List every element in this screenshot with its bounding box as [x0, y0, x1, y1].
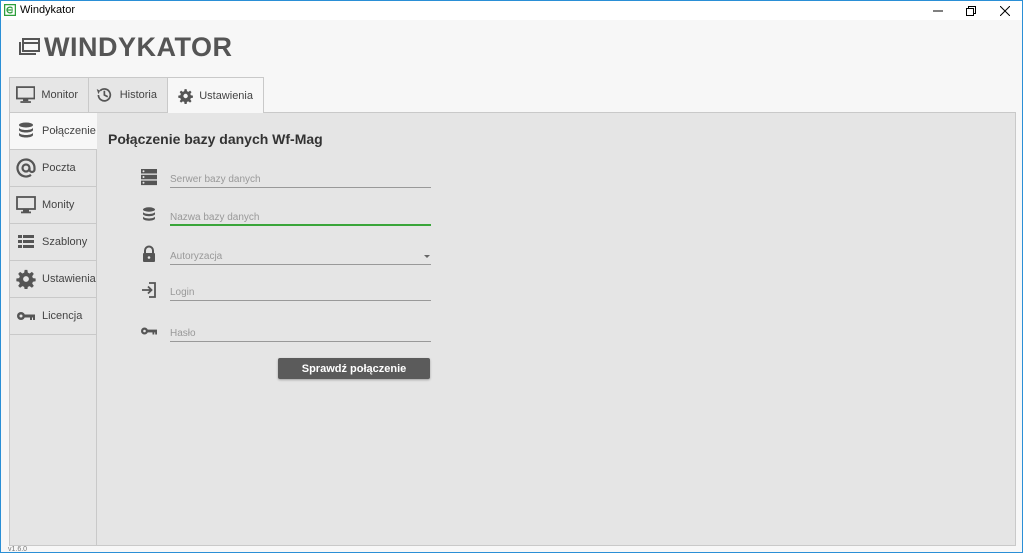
tab-ustawienia[interactable]: Ustawienia — [167, 77, 264, 113]
app-logo-icon — [4, 4, 16, 16]
logo-text: WINDYKATOR — [44, 31, 233, 62]
tab-historia[interactable]: Historia — [88, 77, 168, 112]
version-label: v1.6.0 — [8, 546, 28, 553]
database-field-row — [140, 206, 440, 230]
tab-monitor[interactable]: Monitor — [9, 77, 89, 112]
sidebar-item-label: Poczta — [42, 162, 76, 174]
key-icon — [141, 327, 157, 335]
at-icon — [16, 158, 36, 178]
db-connection-form: Połączenie bazy danych Wf-Mag Serwer baz… — [108, 131, 431, 379]
form-title: Połączenie bazy danych Wf-Mag — [108, 131, 323, 147]
database-icon — [19, 122, 33, 138]
sidebar-item-polaczenie[interactable]: Połączenie — [10, 113, 97, 150]
chevron-down-icon[interactable] — [424, 255, 430, 258]
sidebar-item-label: Licencja — [42, 310, 83, 322]
password-field-row — [140, 322, 440, 346]
auth-select[interactable] — [170, 249, 431, 265]
windows-stack-icon — [19, 38, 40, 55]
tab-label: Ustawienia — [199, 89, 253, 102]
close-button[interactable] — [987, 1, 1023, 20]
login-input[interactable] — [170, 285, 431, 301]
history-icon — [96, 88, 112, 102]
monitor-icon — [16, 196, 36, 214]
sidebar-item-label: Połączenie — [42, 125, 96, 137]
minimize-icon — [933, 10, 943, 11]
close-icon — [1000, 5, 1010, 16]
gear-icon — [16, 269, 36, 289]
tab-label: Monitor — [41, 89, 78, 101]
lock-icon — [143, 245, 155, 262]
minimize-button[interactable] — [920, 1, 956, 20]
check-connection-button[interactable]: Sprawdź połączenie — [278, 358, 430, 379]
settings-panel: Połączenie Poczta Monity Szablony Ustawi… — [9, 112, 1016, 546]
sidebar-item-ustawienia[interactable]: Ustawienia — [10, 261, 96, 298]
tab-label: Historia — [119, 89, 157, 101]
database-name-input[interactable] — [170, 210, 431, 226]
key-icon — [17, 312, 35, 320]
server-input[interactable] — [170, 172, 431, 188]
gear-icon — [178, 88, 193, 104]
sidebar-item-licencja[interactable]: Licencja — [10, 298, 96, 335]
main-tabs: Monitor Historia Ustawienia — [9, 77, 264, 113]
auth-field-row — [140, 245, 440, 269]
list-icon — [18, 235, 34, 248]
login-field-row — [140, 281, 440, 305]
database-icon — [143, 207, 155, 221]
sidebar-item-label: Szablony — [42, 236, 88, 248]
sidebar-item-poczta[interactable]: Poczta — [10, 150, 96, 187]
restore-button[interactable] — [953, 1, 989, 20]
server-icon — [141, 169, 157, 186]
monitor-icon — [16, 86, 36, 103]
sidebar-item-szablony[interactable]: Szablony — [10, 224, 96, 261]
password-input[interactable] — [170, 326, 431, 342]
sidebar-item-monity[interactable]: Monity — [10, 187, 96, 224]
sidebar-item-label: Ustawienia — [42, 273, 96, 285]
title-bar[interactable]: Windykator — [1, 1, 1022, 20]
sidebar-item-label: Monity — [42, 199, 75, 211]
restore-icon — [966, 5, 976, 16]
app-logo: WINDYKATOR — [17, 31, 233, 63]
settings-sidebar: Połączenie Poczta Monity Szablony Ustawi… — [10, 113, 97, 545]
server-field-row — [140, 168, 440, 192]
app-window: Windykator WINDYKATOR Monitor Historia U… — [0, 0, 1023, 553]
sign-in-icon — [142, 282, 156, 298]
window-title: Windykator — [20, 4, 76, 16]
